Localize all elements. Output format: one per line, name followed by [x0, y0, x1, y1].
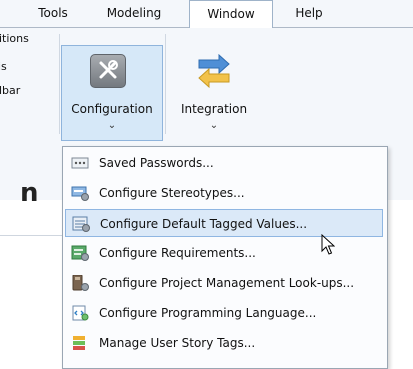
menu-bar: Tools Modeling Window Help — [0, 0, 413, 29]
tab-tools[interactable]: Tools — [28, 0, 78, 27]
ribbon-item-toolbar[interactable]: lbar — [0, 84, 20, 97]
configuration-icon — [90, 54, 126, 88]
ribbon-separator — [165, 34, 166, 134]
menu-item-label: Configure Project Management Look-ups... — [99, 276, 355, 290]
ribbon-item-2[interactable]: is — [0, 60, 7, 73]
mouse-cursor-icon — [321, 234, 335, 255]
configuration-button[interactable]: Configuration ⌄ — [61, 45, 163, 141]
menu-item-configure-stereotypes[interactable]: Configure Stereotypes... — [65, 179, 383, 207]
configuration-dropdown-menu: Saved Passwords... Configure Stereotypes… — [62, 146, 388, 369]
menu-item-configure-programming-language[interactable]: Configure Programming Language... — [65, 299, 383, 327]
stereotype-icon — [71, 186, 89, 201]
integration-icon — [198, 54, 230, 88]
menu-item-saved-passwords[interactable]: Saved Passwords... — [65, 149, 383, 177]
ribbon-separator — [59, 34, 60, 134]
menu-item-label: Configure Programming Language... — [99, 306, 317, 320]
tab-help[interactable]: Help — [284, 0, 334, 27]
configuration-label: Configuration — [71, 102, 153, 116]
menu-item-configure-project-management-look-ups[interactable]: Configure Project Management Look-ups... — [65, 269, 383, 297]
menu-item-configure-requirements[interactable]: Configure Requirements... — [65, 239, 383, 267]
integration-button[interactable]: Integration ⌄ — [172, 46, 256, 140]
background-heading: n — [20, 178, 39, 208]
menu-item-configure-default-tagged-values[interactable]: Configure Default Tagged Values... — [65, 209, 383, 237]
chevron-down-icon: ⌄ — [107, 120, 117, 131]
tab-modeling[interactable]: Modeling — [96, 0, 172, 27]
ribbon-left-group: itions is lbar — [0, 28, 58, 200]
ribbon-item-options[interactable]: itions — [0, 32, 29, 45]
requirements-icon — [71, 245, 89, 261]
password-icon — [71, 157, 89, 169]
chevron-down-icon: ⌄ — [209, 120, 219, 131]
divider — [0, 235, 62, 236]
integration-label: Integration — [180, 102, 248, 116]
menu-item-label: Configure Stereotypes... — [99, 186, 245, 200]
menu-item-label: Configure Default Tagged Values... — [100, 217, 308, 231]
menu-item-label: Manage User Story Tags... — [99, 336, 256, 350]
menu-item-label: Saved Passwords... — [99, 156, 214, 170]
menu-item-label: Configure Requirements... — [99, 246, 256, 260]
menu-item-manage-user-story-tags[interactable]: Manage User Story Tags... — [65, 329, 383, 357]
user-story-tags-icon — [73, 336, 85, 350]
programming-language-icon — [72, 305, 89, 321]
project-management-icon — [72, 275, 89, 291]
tab-window[interactable]: Window — [189, 0, 273, 29]
tagged-values-icon — [72, 216, 90, 232]
